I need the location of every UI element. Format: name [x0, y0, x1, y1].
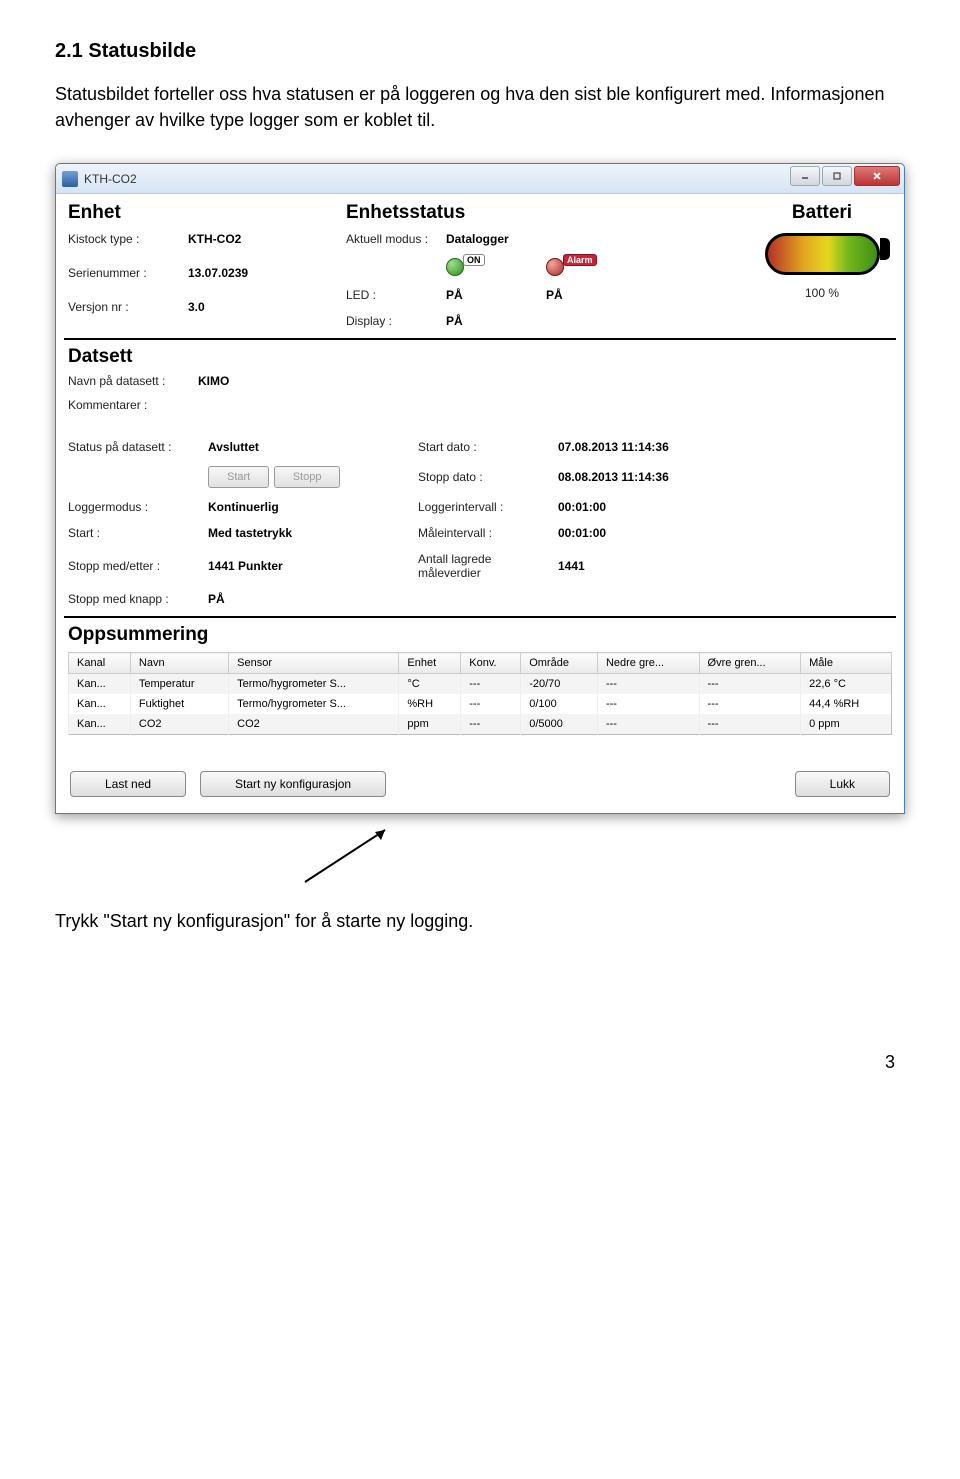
- divider-2: [64, 616, 896, 618]
- stored-value: 1441: [558, 559, 738, 573]
- startdate-label: Start dato :: [418, 440, 548, 454]
- download-button[interactable]: Last ned: [70, 771, 186, 797]
- measinterval-label: Måleintervall :: [418, 526, 548, 540]
- status-title: Enhetsstatus: [346, 202, 734, 224]
- serial-value: 13.07.0239: [188, 266, 328, 280]
- battery-value: 100 %: [752, 286, 892, 300]
- comments-label: Kommentarer :: [68, 398, 198, 412]
- annotation-arrow-icon: [295, 822, 415, 892]
- dataset-name-label: Navn på datasett :: [68, 374, 198, 388]
- serial-label: Serienummer :: [68, 266, 188, 280]
- stored-label: Antall lagrede måleverdier: [418, 552, 548, 580]
- alarm-tag: Alarm: [563, 254, 597, 266]
- col-omrade[interactable]: Område: [521, 653, 598, 674]
- dataset-name-value: KIMO: [198, 374, 398, 388]
- col-ovre[interactable]: Øvre gren...: [699, 653, 801, 674]
- dataset-status-label: Status på datasett :: [68, 440, 198, 454]
- led-label: LED :: [346, 288, 446, 302]
- start-label: Start :: [68, 526, 198, 540]
- display-label: Display :: [346, 314, 446, 328]
- enhet-title: Enhet: [68, 202, 328, 224]
- battery-icon: [765, 228, 880, 281]
- loggermode-value: Kontinuerlig: [208, 500, 408, 514]
- maximize-button[interactable]: [822, 166, 852, 186]
- stop-button[interactable]: Stopp: [274, 466, 341, 488]
- doc-heading: 2.1 Statusbilde: [55, 40, 905, 63]
- window-title: KTH-CO2: [84, 172, 137, 186]
- kistock-value: KTH-CO2: [188, 232, 328, 246]
- stopafter-value: 1441 Punkter: [208, 559, 408, 573]
- loginterval-label: Loggerintervall :: [418, 500, 548, 514]
- table-row[interactable]: Kan...CO2CO2ppm---0/5000------0 ppm: [69, 714, 892, 735]
- col-kanal[interactable]: Kanal: [69, 653, 131, 674]
- close-window-button[interactable]: Lukk: [795, 771, 890, 797]
- measinterval-value: 00:01:00: [558, 526, 738, 540]
- loginterval-value: 00:01:00: [558, 500, 738, 514]
- alarm-indicator: Alarm: [546, 258, 636, 276]
- mode-value: Datalogger: [446, 232, 546, 246]
- kistock-label: Kistock type :: [68, 232, 188, 246]
- app-icon: [62, 171, 78, 187]
- close-button[interactable]: [854, 166, 900, 186]
- stopdate-label: Stopp dato :: [418, 470, 548, 484]
- green-led-icon: [446, 258, 464, 276]
- app-window: KTH-CO2 Enhet Kistock type : KTH-CO2 S: [55, 163, 905, 814]
- loggermode-label: Loggermodus :: [68, 500, 198, 514]
- led-on-indicator: ON: [446, 258, 546, 276]
- col-navn[interactable]: Navn: [130, 653, 228, 674]
- mode-label: Aktuell modus :: [346, 232, 446, 246]
- dataset-status-value: Avsluttet: [208, 440, 408, 454]
- startdate-value: 07.08.2013 11:14:36: [558, 440, 738, 454]
- stopdate-value: 08.08.2013 11:14:36: [558, 470, 738, 484]
- display-value: PÅ: [446, 314, 546, 328]
- version-label: Versjon nr :: [68, 300, 188, 314]
- led-value-2: PÅ: [546, 288, 636, 302]
- summary-table: Kanal Navn Sensor Enhet Konv. Område Ned…: [68, 652, 892, 735]
- stopbtn-value: PÅ: [208, 592, 408, 606]
- red-led-icon: [546, 258, 564, 276]
- led-value: PÅ: [446, 288, 546, 302]
- start-button[interactable]: Start: [208, 466, 269, 488]
- titlebar[interactable]: KTH-CO2: [56, 164, 904, 194]
- page-number: 3: [55, 1052, 905, 1073]
- col-nedre[interactable]: Nedre gre...: [597, 653, 699, 674]
- divider: [64, 338, 896, 340]
- col-sensor[interactable]: Sensor: [229, 653, 399, 674]
- stopafter-label: Stopp med/etter :: [68, 559, 198, 573]
- table-row[interactable]: Kan...TemperaturTermo/hygrometer S...°C-…: [69, 674, 892, 695]
- doc-footer-text: Trykk "Start ny konfigurasjon" for å sta…: [55, 911, 905, 932]
- stopbtn-label: Stopp med knapp :: [68, 592, 198, 606]
- battery-title: Batteri: [752, 202, 892, 224]
- table-row[interactable]: Kan...FuktighetTermo/hygrometer S...%RH-…: [69, 694, 892, 714]
- col-enhet[interactable]: Enhet: [399, 653, 461, 674]
- datsett-title: Datsett: [68, 346, 892, 368]
- col-male[interactable]: Måle: [801, 653, 892, 674]
- start-config-button[interactable]: Start ny konfigurasjon: [200, 771, 386, 797]
- minimize-button[interactable]: [790, 166, 820, 186]
- opps-title: Oppsummering: [68, 624, 892, 646]
- col-konv[interactable]: Konv.: [461, 653, 521, 674]
- version-value: 3.0: [188, 300, 328, 314]
- doc-paragraph: Statusbildet forteller oss hva statusen …: [55, 81, 905, 133]
- on-tag: ON: [463, 254, 485, 266]
- start-value: Med tastetrykk: [208, 526, 408, 540]
